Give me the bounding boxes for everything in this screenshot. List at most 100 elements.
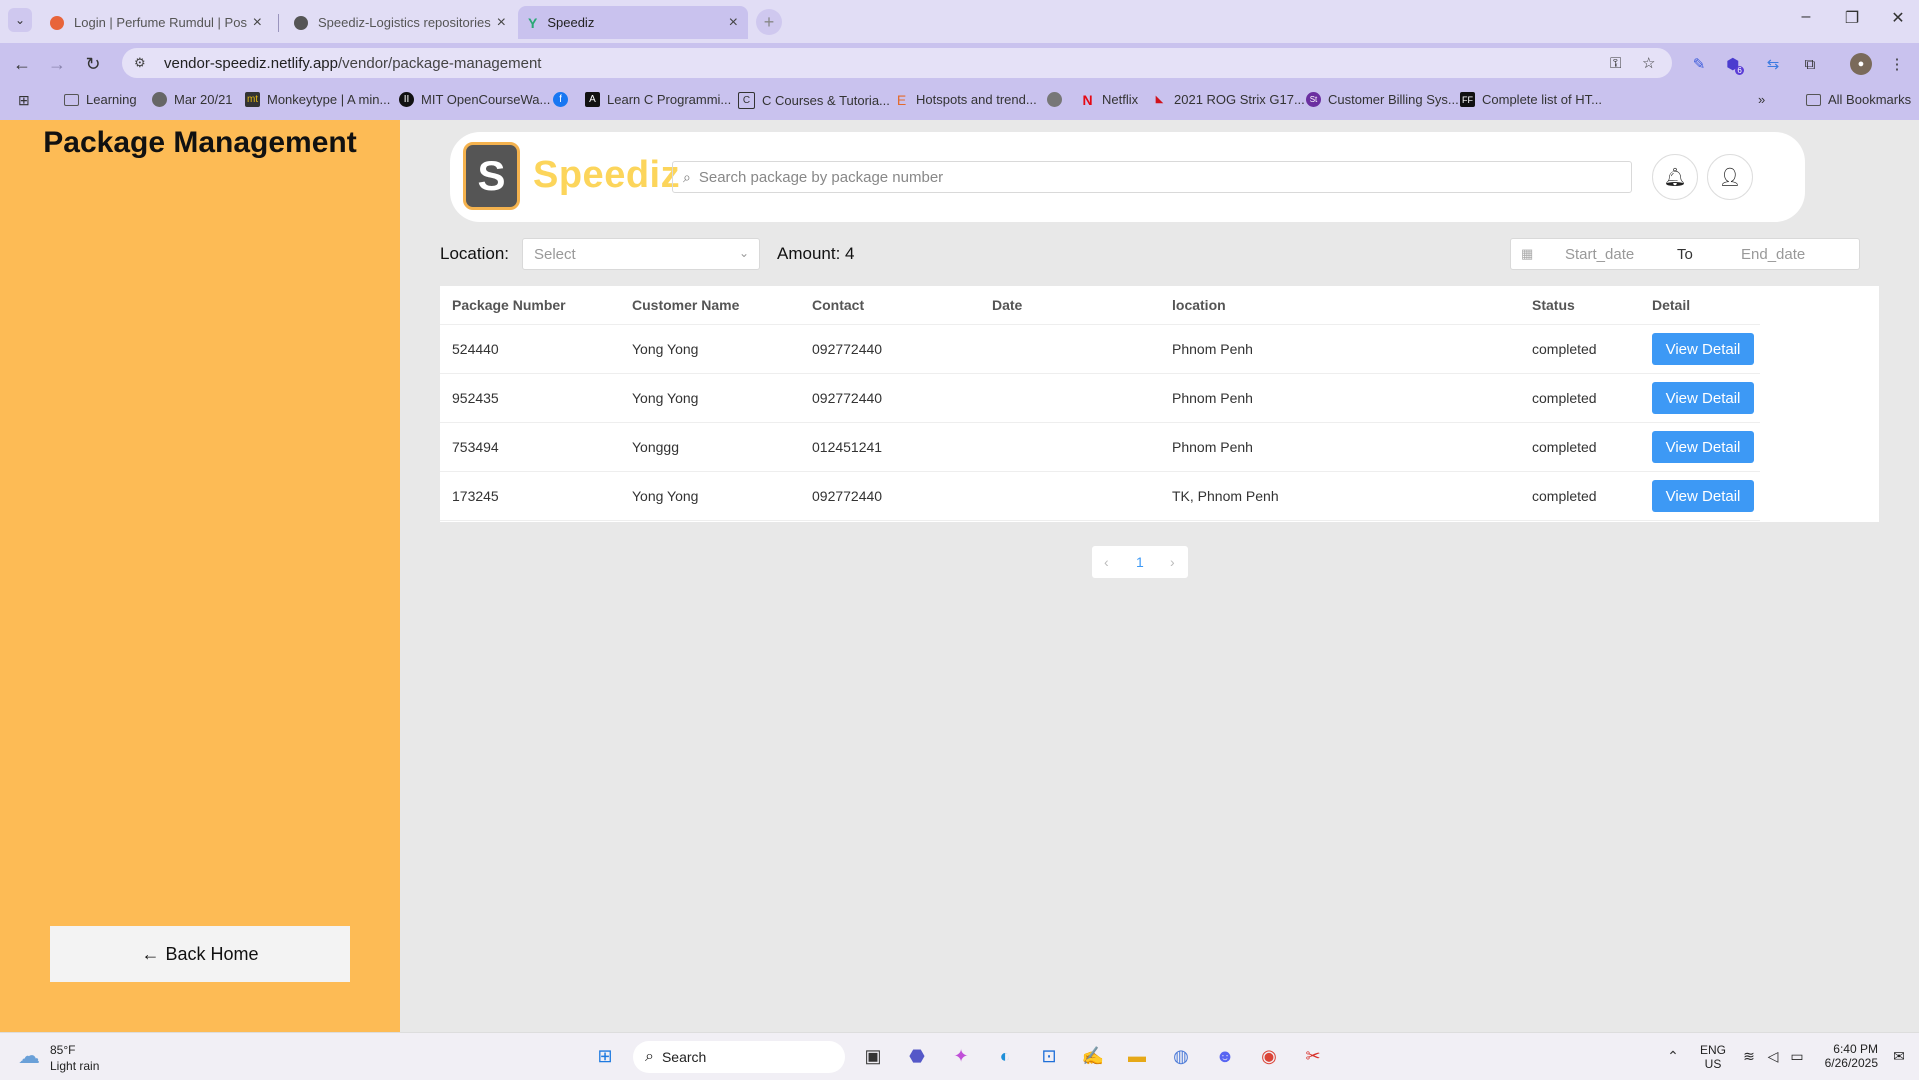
table-row: 952435 Yong Yong 092772440 Phnom Penh co…: [440, 373, 1760, 423]
e-icon: E: [896, 91, 907, 108]
language-indicator[interactable]: ENG US: [1698, 1043, 1728, 1071]
clock-time: 6:40 PM: [1833, 1042, 1878, 1056]
back-home-button[interactable]: ← Back Home: [50, 926, 350, 982]
view-detail-button[interactable]: View Detail: [1652, 431, 1754, 463]
location: Phnom Penh: [1160, 373, 1520, 423]
chrome-icon[interactable]: ◉: [1256, 1043, 1282, 1069]
globe-icon: [152, 92, 167, 107]
bookmark-learning[interactable]: Learning: [64, 92, 137, 107]
browser-tab-2[interactable]: Speediz-Logistics repositories ×: [284, 6, 516, 39]
end-date-input[interactable]: End_date: [1741, 246, 1805, 263]
translate-icon[interactable]: ⇆: [1762, 53, 1784, 75]
calendar-icon: ▦: [1521, 246, 1534, 261]
package-number: 173245: [440, 471, 620, 521]
chevron-up-icon[interactable]: ⌃: [1660, 1043, 1686, 1069]
status: completed: [1520, 373, 1640, 423]
minimize-button[interactable]: –: [1786, 8, 1826, 26]
bookmarks-overflow-icon[interactable]: »: [1758, 92, 1765, 107]
bookmark-star-icon[interactable]: ☆: [1642, 48, 1655, 78]
more-vertical-icon[interactable]: ⋮: [1886, 53, 1908, 75]
windows-start-icon[interactable]: ⊞: [592, 1043, 618, 1069]
site-info-icon[interactable]: ⚙: [134, 55, 154, 71]
password-key-icon[interactable]: ⚿: [1610, 48, 1621, 78]
location-select[interactable]: Select ⌄: [522, 238, 760, 270]
snipping-tool-icon[interactable]: ✂: [1300, 1043, 1326, 1069]
weather-desc: Light rain: [50, 1059, 100, 1073]
back-button[interactable]: ←: [9, 51, 35, 77]
wifi-icon[interactable]: ≋: [1736, 1043, 1762, 1069]
teams-icon[interactable]: ⬣: [904, 1043, 930, 1069]
minimize-icon: –: [1801, 8, 1811, 25]
taskbar-search[interactable]: ⌕ Search: [633, 1041, 845, 1073]
weather-icon[interactable]: ☁: [18, 1043, 40, 1069]
bookmark-mit[interactable]: II MIT OpenCourseWa...: [399, 92, 550, 107]
bookmark-mar[interactable]: Mar 20/21: [152, 92, 233, 107]
contact: 092772440: [800, 324, 980, 374]
page-1[interactable]: 1: [1136, 554, 1144, 570]
all-bookmarks[interactable]: All Bookmarks: [1806, 92, 1911, 107]
task-view-icon[interactable]: ▣: [860, 1043, 886, 1069]
view-detail-button[interactable]: View Detail: [1652, 382, 1754, 414]
bookmark-monkeytype[interactable]: mt Monkeytype | A min...: [245, 92, 390, 107]
tab-search-button[interactable]: ⌄: [8, 8, 32, 32]
bookmark-c-courses[interactable]: C C Courses & Tutoria...: [738, 92, 890, 109]
store-icon[interactable]: ⊡: [1036, 1043, 1062, 1069]
extension-pen-icon[interactable]: ✎: [1688, 53, 1710, 75]
chevron-down-icon: ⌄: [738, 246, 749, 260]
pen-app-icon[interactable]: ✍: [1080, 1043, 1106, 1069]
extensions-puzzle-icon[interactable]: ⧉: [1799, 53, 1821, 75]
globe-app-icon[interactable]: ◍: [1168, 1043, 1194, 1069]
browser-tab-1[interactable]: Login | Perfume Rumdul | Postm ×: [40, 6, 272, 39]
apps-grid-icon[interactable]: ⊞: [18, 92, 30, 109]
bookmark-label: Monkeytype | A min...: [267, 92, 391, 107]
restore-button[interactable]: ❐: [1832, 8, 1872, 28]
view-detail-button[interactable]: View Detail: [1652, 480, 1754, 512]
bookmark-hotspots[interactable]: E Hotspots and trend...: [894, 91, 1037, 108]
profile-button[interactable]: 👤︎: [1707, 154, 1753, 200]
address-bar[interactable]: ⚙ vendor-speediz.netlify.app/vendor/pack…: [122, 48, 1672, 78]
bookmark-netflix[interactable]: N Netflix: [1080, 92, 1138, 108]
volume-icon[interactable]: ◁: [1760, 1043, 1786, 1069]
date: [980, 422, 1160, 472]
status: completed: [1520, 324, 1640, 374]
search-icon: ⌕: [645, 1048, 654, 1065]
ff-icon: FF: [1460, 92, 1475, 107]
bell-icon: 🔔︎: [1663, 166, 1687, 187]
start-date-input[interactable]: Start_date: [1565, 246, 1634, 263]
profile-avatar-icon[interactable]: ●: [1850, 53, 1872, 75]
bookmark-billing[interactable]: St Customer Billing Sys...: [1306, 92, 1459, 107]
notifications-button[interactable]: 🔔︎: [1652, 154, 1698, 200]
extension-hex-icon[interactable]: ⬢ 6: [1726, 53, 1748, 75]
arrow-left-icon: ←: [141, 943, 160, 964]
package-number: 952435: [440, 373, 620, 423]
copilot-icon[interactable]: ✦: [948, 1043, 974, 1069]
close-icon[interactable]: ×: [497, 14, 506, 32]
next-page-icon[interactable]: ›: [1170, 554, 1175, 570]
browser-tab-active[interactable]: Y Speediz ×: [518, 6, 748, 39]
edge-icon[interactable]: ◐: [992, 1043, 1018, 1069]
file-explorer-icon[interactable]: ▬: [1124, 1043, 1150, 1069]
date-range-picker[interactable]: ▦ Start_date To End_date: [1510, 238, 1860, 270]
bookmark-learn-c[interactable]: A Learn C Programmi...: [585, 92, 731, 107]
close-icon[interactable]: ×: [253, 14, 262, 32]
bookmark-rog[interactable]: ◣ 2021 ROG Strix G17...: [1152, 92, 1305, 107]
detail-cell: View Detail: [1640, 373, 1760, 423]
bookmark-globe[interactable]: [1047, 92, 1069, 107]
package-search[interactable]: ⌕: [672, 161, 1632, 193]
view-detail-button[interactable]: View Detail: [1652, 333, 1754, 365]
notification-icon[interactable]: ✉: [1886, 1043, 1912, 1069]
bookmark-facebook[interactable]: f: [553, 92, 575, 107]
clock[interactable]: 6:40 PM 6/26/2025: [1818, 1042, 1878, 1070]
close-icon[interactable]: ×: [729, 14, 738, 32]
packages-table: Package Number Customer Name Contact Dat…: [440, 286, 1760, 521]
bookmark-html[interactable]: FF Complete list of HT...: [1460, 92, 1602, 107]
battery-icon[interactable]: ▭: [1784, 1043, 1810, 1069]
reload-button[interactable]: ↻: [80, 51, 106, 77]
search-input[interactable]: [696, 167, 1601, 187]
new-tab-button[interactable]: +: [756, 9, 782, 35]
prev-page-icon[interactable]: ‹: [1104, 554, 1109, 570]
arrow-left-icon: ←: [13, 53, 31, 74]
discord-icon[interactable]: ☻: [1212, 1043, 1238, 1069]
close-window-button[interactable]: ✕: [1878, 8, 1918, 28]
forward-button[interactable]: →: [44, 51, 70, 77]
